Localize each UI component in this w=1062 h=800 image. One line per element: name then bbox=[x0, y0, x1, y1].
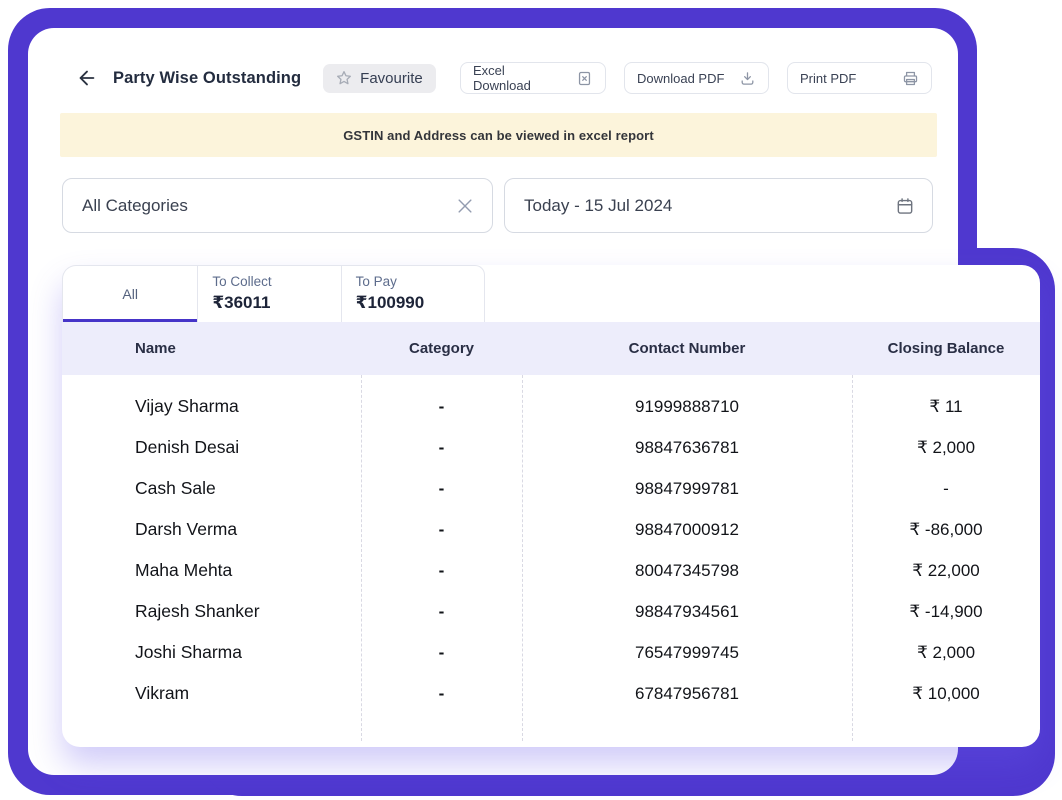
page-title: Party Wise Outstanding bbox=[113, 68, 302, 87]
date-range-filter[interactable]: Today - 15 Jul 2024 bbox=[504, 178, 933, 233]
summary-tabs: All To Collect ₹36011 To Pay ₹100990 bbox=[62, 265, 485, 322]
header-bar: Party Wise Outstanding Favourite Excel D… bbox=[75, 60, 932, 96]
table-row[interactable]: Cash Sale - 98847999781 - bbox=[62, 468, 1040, 509]
tab-all[interactable]: All bbox=[63, 266, 198, 322]
table-body: Vijay Sharma - 91999888710 ₹ 11 Denish D… bbox=[62, 375, 1040, 714]
tab-to-collect-label: To Collect bbox=[212, 274, 272, 289]
table-row[interactable]: Vijay Sharma - 91999888710 ₹ 11 bbox=[62, 386, 1040, 427]
column-divider bbox=[361, 375, 362, 741]
table-row[interactable]: Vikram - 67847956781 ₹ 10,000 bbox=[62, 673, 1040, 714]
table-row[interactable]: Rajesh Shanker - 98847934561 ₹ -14,900 bbox=[62, 591, 1040, 632]
cell-contact: 98847000912 bbox=[634, 519, 739, 539]
info-banner-text: GSTIN and Address can be viewed in excel… bbox=[343, 127, 654, 143]
excel-download-label: Excel Download bbox=[473, 63, 531, 93]
table-header-row: Name Category Contact Number Closing Bal… bbox=[62, 322, 1040, 375]
cell-name: Darsh Verma bbox=[135, 519, 238, 539]
cell-closing-balance: ₹ 2,000 bbox=[916, 437, 976, 457]
info-banner: GSTIN and Address can be viewed in excel… bbox=[60, 113, 937, 157]
cell-contact: 98847636781 bbox=[634, 437, 739, 457]
cell-contact: 76547999745 bbox=[634, 642, 739, 662]
cell-name: Vikram bbox=[135, 683, 190, 703]
cell-closing-balance: ₹ -14,900 bbox=[909, 601, 983, 621]
print-pdf-button[interactable]: Print PDF bbox=[787, 62, 932, 94]
table-row[interactable]: Darsh Verma - 98847000912 ₹ -86,000 bbox=[62, 509, 1040, 550]
back-arrow-icon[interactable] bbox=[75, 66, 99, 90]
category-filter[interactable]: All Categories bbox=[62, 178, 493, 233]
cell-closing-balance: ₹ 10,000 bbox=[912, 683, 980, 703]
cell-name: Joshi Sharma bbox=[135, 642, 242, 662]
printer-icon bbox=[902, 70, 919, 87]
cell-closing-balance: ₹ 2,000 bbox=[916, 642, 976, 662]
cell-category: - bbox=[438, 560, 445, 580]
column-divider bbox=[852, 375, 853, 741]
cell-contact: 91999888710 bbox=[634, 396, 739, 416]
cell-name: Maha Mehta bbox=[135, 560, 233, 580]
tab-all-label: All bbox=[122, 286, 138, 302]
table-row[interactable]: Maha Mehta - 80047345798 ₹ 22,000 bbox=[62, 550, 1040, 591]
page: Party Wise Outstanding Favourite Excel D… bbox=[0, 0, 1062, 800]
cell-category: - bbox=[438, 601, 445, 621]
cell-closing-balance: ₹ 11 bbox=[929, 396, 963, 416]
column-divider bbox=[522, 375, 523, 741]
cell-closing-balance: - bbox=[943, 478, 949, 498]
cell-category: - bbox=[438, 642, 445, 662]
print-pdf-label: Print PDF bbox=[800, 70, 857, 86]
star-icon bbox=[336, 70, 352, 86]
excel-file-icon bbox=[576, 70, 593, 87]
cell-name: Rajesh Shanker bbox=[135, 601, 260, 621]
calendar-icon[interactable] bbox=[895, 196, 915, 216]
download-icon bbox=[739, 70, 756, 87]
favourite-button[interactable]: Favourite bbox=[323, 63, 436, 93]
tab-to-pay-label: To Pay bbox=[355, 274, 397, 289]
column-header-closing-balance: Closing Balance bbox=[887, 340, 1005, 357]
cell-contact: 67847956781 bbox=[634, 683, 739, 703]
tab-to-collect-amount: ₹36011 bbox=[212, 293, 271, 312]
cell-name: Cash Sale bbox=[135, 478, 216, 498]
report-table-card: All To Collect ₹36011 To Pay ₹100990 Nam… bbox=[62, 265, 1040, 747]
cell-name: Vijay Sharma bbox=[135, 396, 239, 416]
column-header-name: Name bbox=[135, 340, 176, 357]
category-filter-value: All Categories bbox=[82, 195, 188, 215]
cell-closing-balance: ₹ -86,000 bbox=[909, 519, 983, 539]
excel-download-button[interactable]: Excel Download bbox=[460, 62, 606, 94]
download-pdf-button[interactable]: Download PDF bbox=[624, 62, 769, 94]
download-pdf-label: Download PDF bbox=[637, 70, 725, 86]
cell-contact: 98847934561 bbox=[634, 601, 739, 621]
cell-category: - bbox=[438, 437, 445, 457]
tab-to-collect[interactable]: To Collect ₹36011 bbox=[197, 266, 340, 322]
table-row[interactable]: Joshi Sharma - 76547999745 ₹ 2,000 bbox=[62, 632, 1040, 673]
cell-name: Denish Desai bbox=[135, 437, 240, 457]
cell-contact: 98847999781 bbox=[634, 478, 739, 498]
cell-contact: 80047345798 bbox=[634, 560, 739, 580]
clear-icon[interactable] bbox=[455, 196, 475, 216]
tab-to-pay-amount: ₹100990 bbox=[355, 293, 425, 312]
tab-to-pay[interactable]: To Pay ₹100990 bbox=[340, 266, 484, 322]
column-header-category: Category bbox=[408, 340, 475, 357]
cell-closing-balance: ₹ 22,000 bbox=[912, 560, 980, 580]
favourite-label: Favourite bbox=[360, 69, 423, 87]
date-range-value: Today - 15 Jul 2024 bbox=[524, 195, 673, 215]
column-header-contact: Contact Number bbox=[628, 340, 746, 357]
cell-category: - bbox=[438, 519, 445, 539]
table-row[interactable]: Denish Desai - 98847636781 ₹ 2,000 bbox=[62, 427, 1040, 468]
cell-category: - bbox=[438, 478, 445, 498]
cell-category: - bbox=[438, 396, 445, 416]
cell-category: - bbox=[438, 683, 445, 703]
